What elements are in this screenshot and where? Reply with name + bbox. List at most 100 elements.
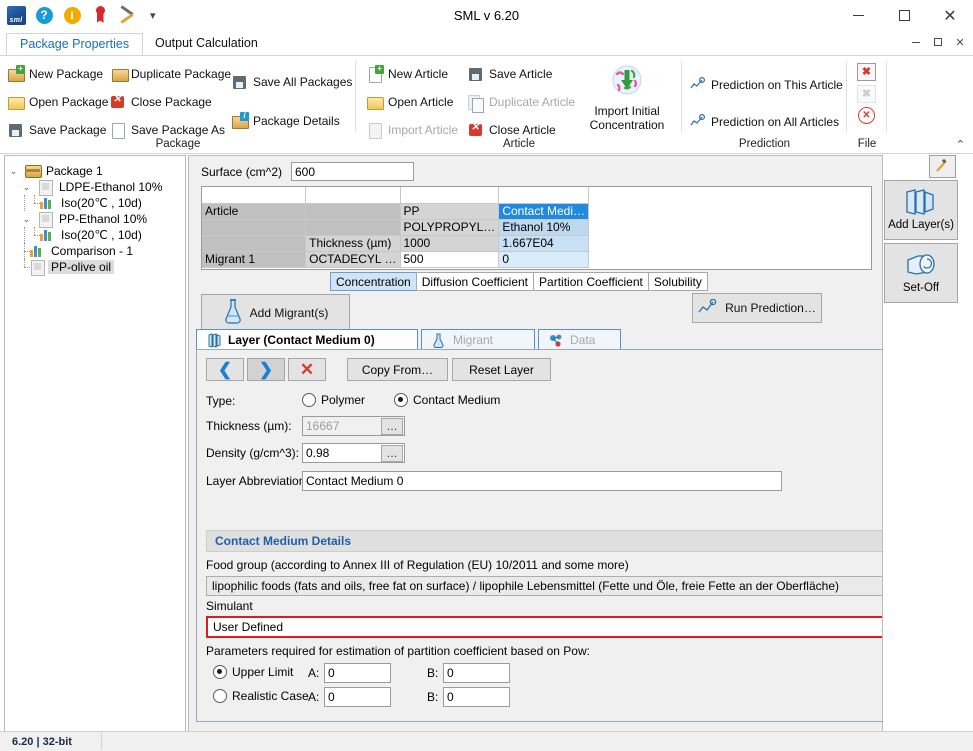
open-article-button[interactable]: Open Article <box>367 90 458 113</box>
add-layers-button[interactable]: Add Layer(s) <box>884 180 958 240</box>
save-article-button[interactable]: Save Article <box>468 62 575 85</box>
table-cell[interactable] <box>202 235 306 251</box>
tab-concentration[interactable]: Concentration <box>330 272 417 291</box>
table-cell[interactable]: Migrant 1 <box>202 251 306 267</box>
realistic-case-b-input[interactable]: 0 <box>443 687 510 707</box>
table-row[interactable]: Migrant 1 OCTADECYL … 500 0 <box>202 251 871 267</box>
new-article-button[interactable]: + New Article <box>367 62 458 85</box>
package-details-button[interactable]: i Package Details <box>232 109 352 132</box>
close-package-button[interactable]: Close Package <box>110 90 231 113</box>
tree-item-comparison-1[interactable]: Comparison - 1 <box>5 243 185 259</box>
tree-item-pp-olive-oil[interactable]: PP-olive oil <box>5 259 185 275</box>
realistic-case-a-input[interactable]: 0 <box>324 687 391 707</box>
radio-icon[interactable] <box>394 393 408 407</box>
table-cell[interactable] <box>306 219 400 235</box>
pow-radio-realistic-case[interactable]: Realistic Case <box>213 689 309 703</box>
close-button[interactable]: ✕ <box>927 0 973 31</box>
pow-radio-upper-limit[interactable]: Upper Limit <box>213 665 293 679</box>
chevron-down-icon[interactable]: ⌄ <box>20 181 33 194</box>
density-browse-button[interactable]: … <box>381 445 403 462</box>
table-cell[interactable] <box>202 187 306 203</box>
cancel-circle-icon[interactable]: ✕ <box>857 106 876 125</box>
add-migrants-button[interactable]: Add Migrant(s) <box>201 294 350 331</box>
previous-layer-button[interactable]: ❮ <box>206 358 244 381</box>
magic-wand-button[interactable] <box>929 155 956 178</box>
type-radio-polymer[interactable]: Polymer <box>302 393 365 407</box>
duplicate-package-button[interactable]: Duplicate Package <box>110 62 231 85</box>
tab-solubility[interactable]: Solubility <box>648 272 708 291</box>
button-label: Close Article <box>489 123 556 137</box>
radio-icon[interactable] <box>302 393 316 407</box>
upper-limit-a-input[interactable]: 0 <box>324 663 391 683</box>
chevron-down-icon[interactable]: ⌄ <box>7 165 20 178</box>
radio-icon[interactable] <box>213 689 227 703</box>
new-package-button[interactable]: + New Package <box>8 62 108 85</box>
open-package-button[interactable]: Open Package <box>8 90 108 113</box>
save-all-packages-button[interactable]: Save All Packages <box>232 70 352 93</box>
table-cell[interactable] <box>400 187 499 203</box>
tab-migrant[interactable]: Migrant <box>421 329 535 350</box>
table-cell[interactable]: Article <box>202 203 306 219</box>
main-content-panel: Surface (cm^2) 600 Article <box>188 155 883 734</box>
tree-item-ldpe-ethanol[interactable]: ⌄ LDPE-Ethanol 10% <box>5 179 185 195</box>
table-cell[interactable] <box>306 187 400 203</box>
prediction-on-all-articles-button[interactable]: Prediction on All Articles <box>690 110 843 133</box>
tree-item-iso-1[interactable]: Iso(20℃ , 10d) <box>5 195 185 211</box>
table-cell[interactable]: POLYPROPYL… <box>400 219 499 235</box>
table-cell[interactable]: 1000 <box>400 235 499 251</box>
table-cell[interactable]: 0 <box>499 251 589 267</box>
thickness-browse-button[interactable]: … <box>381 418 403 435</box>
import-initial-concentration-button[interactable]: Import Initial Concentration <box>581 64 673 132</box>
reset-layer-button[interactable]: Reset Layer <box>452 358 551 381</box>
tab-partition-coefficient[interactable]: Partition Coefficient <box>533 272 649 291</box>
file-close-red-button[interactable]: ✖ <box>857 62 876 81</box>
minimize-button[interactable] <box>835 0 881 31</box>
table-cell[interactable]: 500 <box>400 251 499 267</box>
tab-diffusion-coefficient[interactable]: Diffusion Coefficient <box>416 272 534 291</box>
surface-input[interactable]: 600 <box>291 162 414 181</box>
table-row[interactable]: Thickness (µm) 1000 1.667E04 <box>202 235 871 251</box>
maximize-button[interactable] <box>881 0 927 31</box>
prediction-on-this-article-button[interactable]: Prediction on This Article <box>690 73 843 96</box>
chevron-down-icon[interactable]: ⌄ <box>20 213 33 226</box>
layer-abbreviation-input[interactable]: Contact Medium 0 <box>302 471 782 491</box>
upper-limit-b-input[interactable]: 0 <box>443 663 510 683</box>
table-cell-selected[interactable]: Contact Medi… <box>499 203 589 219</box>
ribbon-collapse-button[interactable]: ⌃ <box>956 138 965 151</box>
set-off-button[interactable]: Set-Off <box>884 243 958 303</box>
radio-icon[interactable] <box>213 665 227 679</box>
document-restore-button[interactable] <box>927 32 949 52</box>
document-minimize-button[interactable] <box>905 32 927 52</box>
copy-from-button[interactable]: Copy From… <box>347 358 448 381</box>
table-cell[interactable]: Ethanol 10% <box>499 219 589 235</box>
table-row[interactable] <box>202 187 871 203</box>
tree-item-pp-ethanol[interactable]: ⌄ PP-Ethanol 10% <box>5 211 185 227</box>
button-label: Save Package As <box>131 123 225 137</box>
file-close-gray-button[interactable]: ✖ <box>857 84 876 103</box>
table-row[interactable]: POLYPROPYL… Ethanol 10% <box>202 219 871 235</box>
duplicate-article-button[interactable]: Duplicate Article <box>468 90 575 113</box>
tab-package-properties[interactable]: Package Properties <box>6 33 143 55</box>
table-cell[interactable]: 1.667E04 <box>499 235 589 251</box>
table-cell[interactable] <box>306 203 400 219</box>
document-close-button[interactable]: ✕ <box>949 32 971 52</box>
table-row[interactable]: Article PP Contact Medi… <box>202 203 871 219</box>
table-cell[interactable] <box>202 219 306 235</box>
table-cell[interactable] <box>499 187 589 203</box>
simulant-select[interactable]: User Defined ⌄ <box>206 616 883 638</box>
tab-layer[interactable]: Layer (Contact Medium 0) <box>196 329 418 350</box>
package-tree-panel[interactable]: ⌄ Package 1 ⌄ LDPE-Ethanol 10% <box>4 155 186 734</box>
next-layer-button[interactable]: ❯ <box>247 358 285 381</box>
article-layers-table[interactable]: Article PP Contact Medi… POLYPROPYL… Eth… <box>201 186 872 270</box>
table-cell[interactable]: OCTADECYL … <box>306 251 400 267</box>
tree-item-package-1[interactable]: ⌄ Package 1 <box>5 163 185 179</box>
delete-layer-button[interactable]: ✕ <box>288 358 326 381</box>
table-cell[interactable]: Thickness (µm) <box>306 235 400 251</box>
table-cell[interactable]: PP <box>400 203 499 219</box>
tab-output-calculation[interactable]: Output Calculation <box>142 33 271 55</box>
food-group-select[interactable]: lipophilic foods (fats and oils, free fa… <box>206 576 883 596</box>
tree-item-iso-2[interactable]: Iso(20℃ , 10d) <box>5 227 185 243</box>
run-prediction-button[interactable]: Run Prediction… <box>692 293 822 323</box>
type-radio-contact-medium[interactable]: Contact Medium <box>394 393 500 407</box>
tab-data[interactable]: Data <box>538 329 621 350</box>
